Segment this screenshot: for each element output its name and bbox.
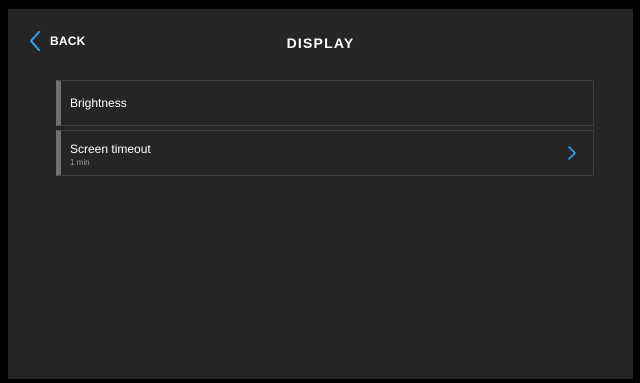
- header: BACK DISPLAY: [8, 9, 633, 65]
- screen-timeout-label: Screen timeout: [70, 142, 151, 156]
- settings-list: Brightness Screen timeout 1 min: [56, 80, 594, 180]
- display-settings-screen: BACK DISPLAY Brightness Screen timeout 1…: [8, 9, 633, 379]
- brightness-label: Brightness: [70, 96, 127, 110]
- screen-timeout-setting[interactable]: Screen timeout 1 min: [56, 130, 594, 176]
- screen-timeout-value: 1 min: [70, 158, 90, 167]
- brightness-setting[interactable]: Brightness: [56, 80, 594, 126]
- page-title: DISPLAY: [286, 35, 355, 51]
- device-frame: BACK DISPLAY Brightness Screen timeout 1…: [0, 0, 640, 383]
- chevron-right-icon: [567, 146, 577, 165]
